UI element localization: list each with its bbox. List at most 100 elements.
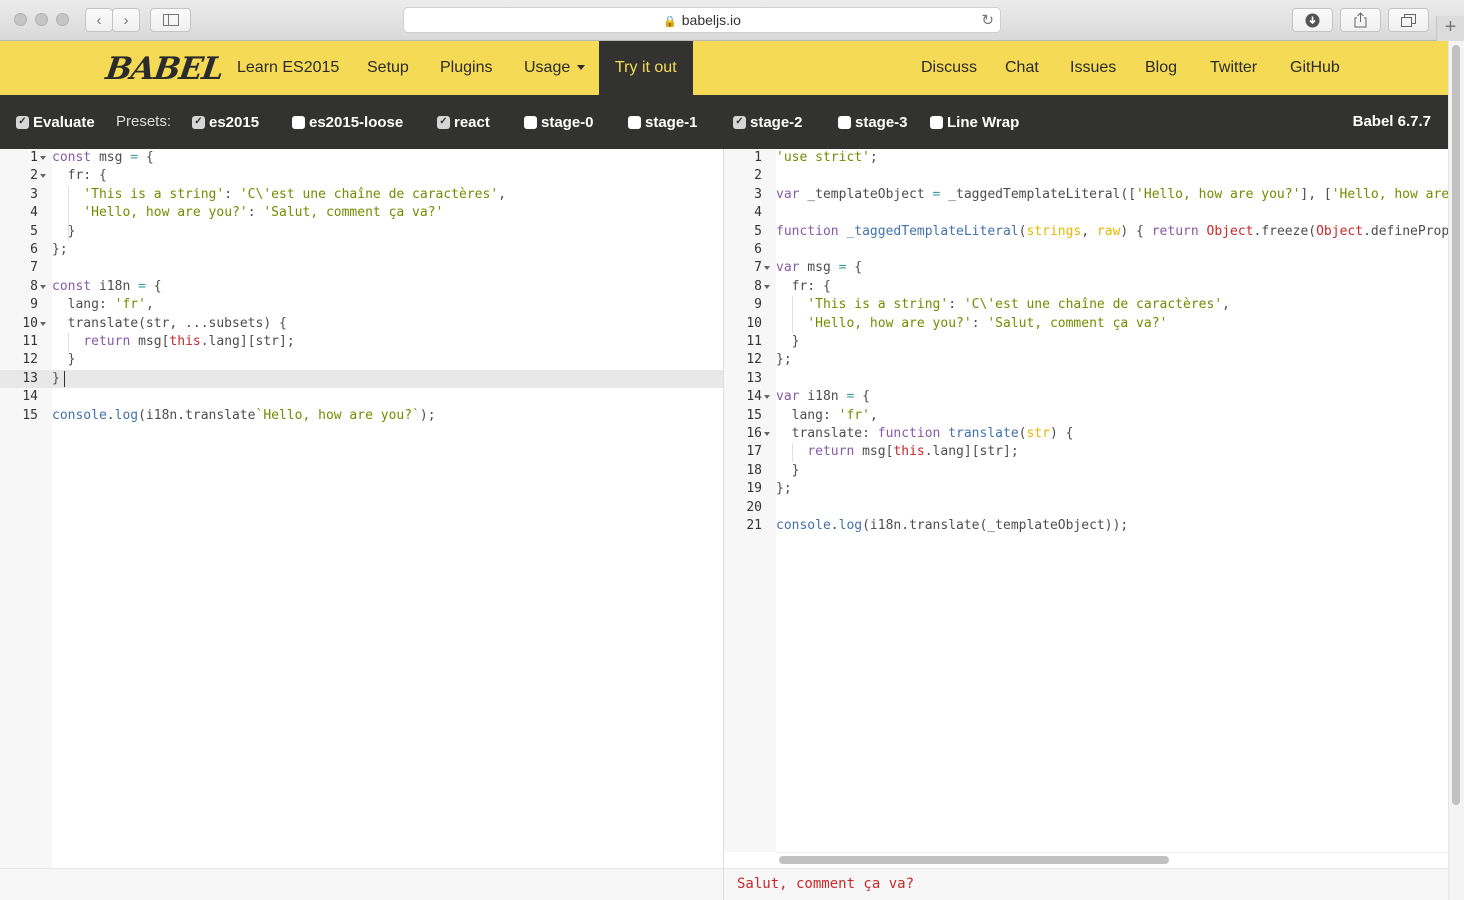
preset-stage-2-checkbox[interactable]: ✓ stage-2	[733, 95, 803, 149]
line-number: 3	[30, 186, 38, 202]
babel-logo[interactable]: BABEL	[103, 51, 225, 87]
line-wrap-label: Line Wrap	[947, 113, 1020, 131]
sidebar-icon[interactable]	[150, 8, 191, 32]
code-line: lang: 'fr',	[52, 297, 154, 313]
preset-es2015-checkbox[interactable]: ✓ es2015	[192, 95, 259, 149]
lock-icon: 🔒	[663, 16, 677, 28]
page-scrollbar-thumb[interactable]	[1452, 45, 1460, 805]
line-number: 6	[30, 242, 38, 257]
new-tab-icon[interactable]: +	[1436, 16, 1464, 41]
line-number: 5	[754, 223, 762, 239]
tabs-icon[interactable]	[1388, 8, 1429, 32]
nav-chat[interactable]: Chat	[1005, 41, 1039, 95]
download-icon[interactable]	[1292, 8, 1333, 32]
fold-arrow-icon[interactable]	[764, 284, 770, 289]
options-bar: ✓ Evaluate Presets: ✓ es2015 es2015-loose …	[0, 95, 1448, 149]
code-line: 'Hello, how are you?': 'Salut, comment ç…	[83, 205, 444, 221]
checkbox-checked-icon: ✓	[437, 115, 450, 129]
output-code[interactable]: 'use strict'; var _templateObject = _tag…	[776, 149, 1448, 852]
nav-discuss[interactable]: Discuss	[921, 41, 977, 95]
forward-icon[interactable]: ›	[112, 8, 140, 32]
input-footer	[0, 868, 723, 900]
preset-label: stage-3	[855, 113, 908, 131]
output-editor[interactable]: 1 2 3 4 5 6 7 8 9 10 11 12 13 14 15 16 17 18 19 20 21 'use s…	[724, 149, 1448, 852]
checkbox-unchecked-icon	[930, 115, 943, 129]
line-number: 10	[22, 315, 38, 331]
code-line: lang: 'fr',	[776, 407, 878, 423]
preset-label: es2015-loose	[309, 113, 404, 131]
code-line: }	[776, 462, 800, 478]
line-number: 8	[754, 278, 762, 294]
horizontal-scrollbar[interactable]	[779, 856, 1169, 864]
fold-arrow-icon[interactable]	[764, 266, 770, 271]
close-window-button[interactable]	[14, 13, 27, 26]
code-line: fr: {	[776, 278, 831, 294]
line-number: 13	[22, 370, 38, 386]
preset-es2015-loose-checkbox[interactable]: es2015-loose	[292, 95, 403, 149]
nav-twitter[interactable]: Twitter	[1210, 41, 1257, 95]
share-icon[interactable]	[1340, 8, 1381, 32]
nav-setup[interactable]: Setup	[367, 41, 409, 95]
code-line: };	[776, 352, 792, 368]
input-code[interactable]: const msg = { fr: { 'This is a string': …	[52, 149, 723, 868]
fold-arrow-icon[interactable]	[40, 321, 46, 326]
line-number: 16	[746, 426, 762, 441]
page-scrollbar[interactable]	[1448, 41, 1464, 900]
code-line: };	[776, 481, 792, 497]
nav-blog[interactable]: Blog	[1145, 41, 1177, 95]
reload-icon[interactable]: ↻	[981, 8, 994, 33]
nav-usage[interactable]: Usage	[524, 41, 586, 95]
fold-arrow-icon[interactable]	[764, 432, 770, 436]
preset-stage-0-checkbox[interactable]: stage-0	[524, 95, 594, 149]
code-line: const i18n = {	[52, 278, 162, 294]
code-line: var i18n = {	[776, 389, 870, 405]
code-line: 'use strict';	[776, 150, 878, 165]
preset-stage-1-checkbox[interactable]: stage-1	[628, 95, 698, 149]
code-line: return msg[this.lang][str];	[807, 444, 1019, 460]
preset-label: stage-1	[645, 113, 698, 131]
line-number: 20	[746, 499, 762, 515]
nav-try-it-out[interactable]: Try it out	[599, 41, 693, 95]
nav-github[interactable]: GitHub	[1290, 41, 1340, 95]
console-output-text: Salut, comment ça va?	[737, 876, 915, 892]
line-number: 14	[746, 389, 762, 405]
nav-issues[interactable]: Issues	[1070, 41, 1116, 95]
checkbox-checked-icon: ✓	[192, 115, 205, 129]
preset-react-checkbox[interactable]: ✓ react	[437, 95, 490, 149]
nav-plugins[interactable]: Plugins	[440, 41, 492, 95]
input-editor[interactable]: 1 2 3 4 5 6 7 8 9 10 11 12 13 14 15 const msg = { fr: …	[0, 149, 723, 868]
fold-arrow-icon[interactable]	[764, 395, 770, 400]
code-line: translate: function translate(str) {	[776, 426, 1074, 441]
preset-label: es2015	[209, 113, 260, 131]
back-icon[interactable]: ‹	[85, 8, 113, 32]
checkbox-checked-icon: ✓	[733, 115, 746, 129]
fold-arrow-icon[interactable]	[40, 284, 46, 289]
fold-arrow-icon[interactable]	[40, 156, 46, 160]
evaluate-checkbox[interactable]: ✓ Evaluate	[16, 95, 95, 149]
line-number: 1	[754, 150, 762, 165]
code-line: function _taggedTemplateLiteral(strings,…	[776, 223, 1448, 239]
nav-usage-label: Usage	[524, 59, 571, 76]
line-number: 4	[30, 205, 38, 221]
presets-label: Presets:	[116, 113, 172, 130]
code-line: console.log(i18n.translate(_templateObje…	[776, 518, 1129, 533]
checkbox-checked-icon: ✓	[16, 115, 29, 129]
fold-arrow-icon[interactable]	[40, 174, 46, 179]
chevron-down-icon	[577, 65, 586, 71]
browser-toolbar: ‹ › 🔒 babeljs.io ↻ +	[0, 0, 1464, 41]
line-number: 3	[754, 186, 762, 202]
preset-stage-3-checkbox[interactable]: stage-3	[838, 95, 908, 149]
minimize-window-button[interactable]	[35, 13, 48, 26]
address-bar[interactable]: 🔒 babeljs.io ↻	[403, 7, 1001, 33]
nav-learn-es2015[interactable]: Learn ES2015	[237, 41, 339, 95]
line-wrap-checkbox[interactable]: Line Wrap	[930, 95, 1019, 149]
code-line: translate(str, ...subsets) {	[52, 315, 287, 331]
code-line: };	[52, 242, 68, 257]
line-number: 5	[30, 223, 38, 239]
line-number: 13	[746, 370, 762, 386]
preset-label: react	[454, 113, 490, 131]
console-output: Salut, comment ça va?	[724, 868, 1448, 900]
line-number: 15	[22, 407, 38, 423]
zoom-window-button[interactable]	[56, 13, 69, 26]
line-number: 2	[754, 168, 762, 184]
